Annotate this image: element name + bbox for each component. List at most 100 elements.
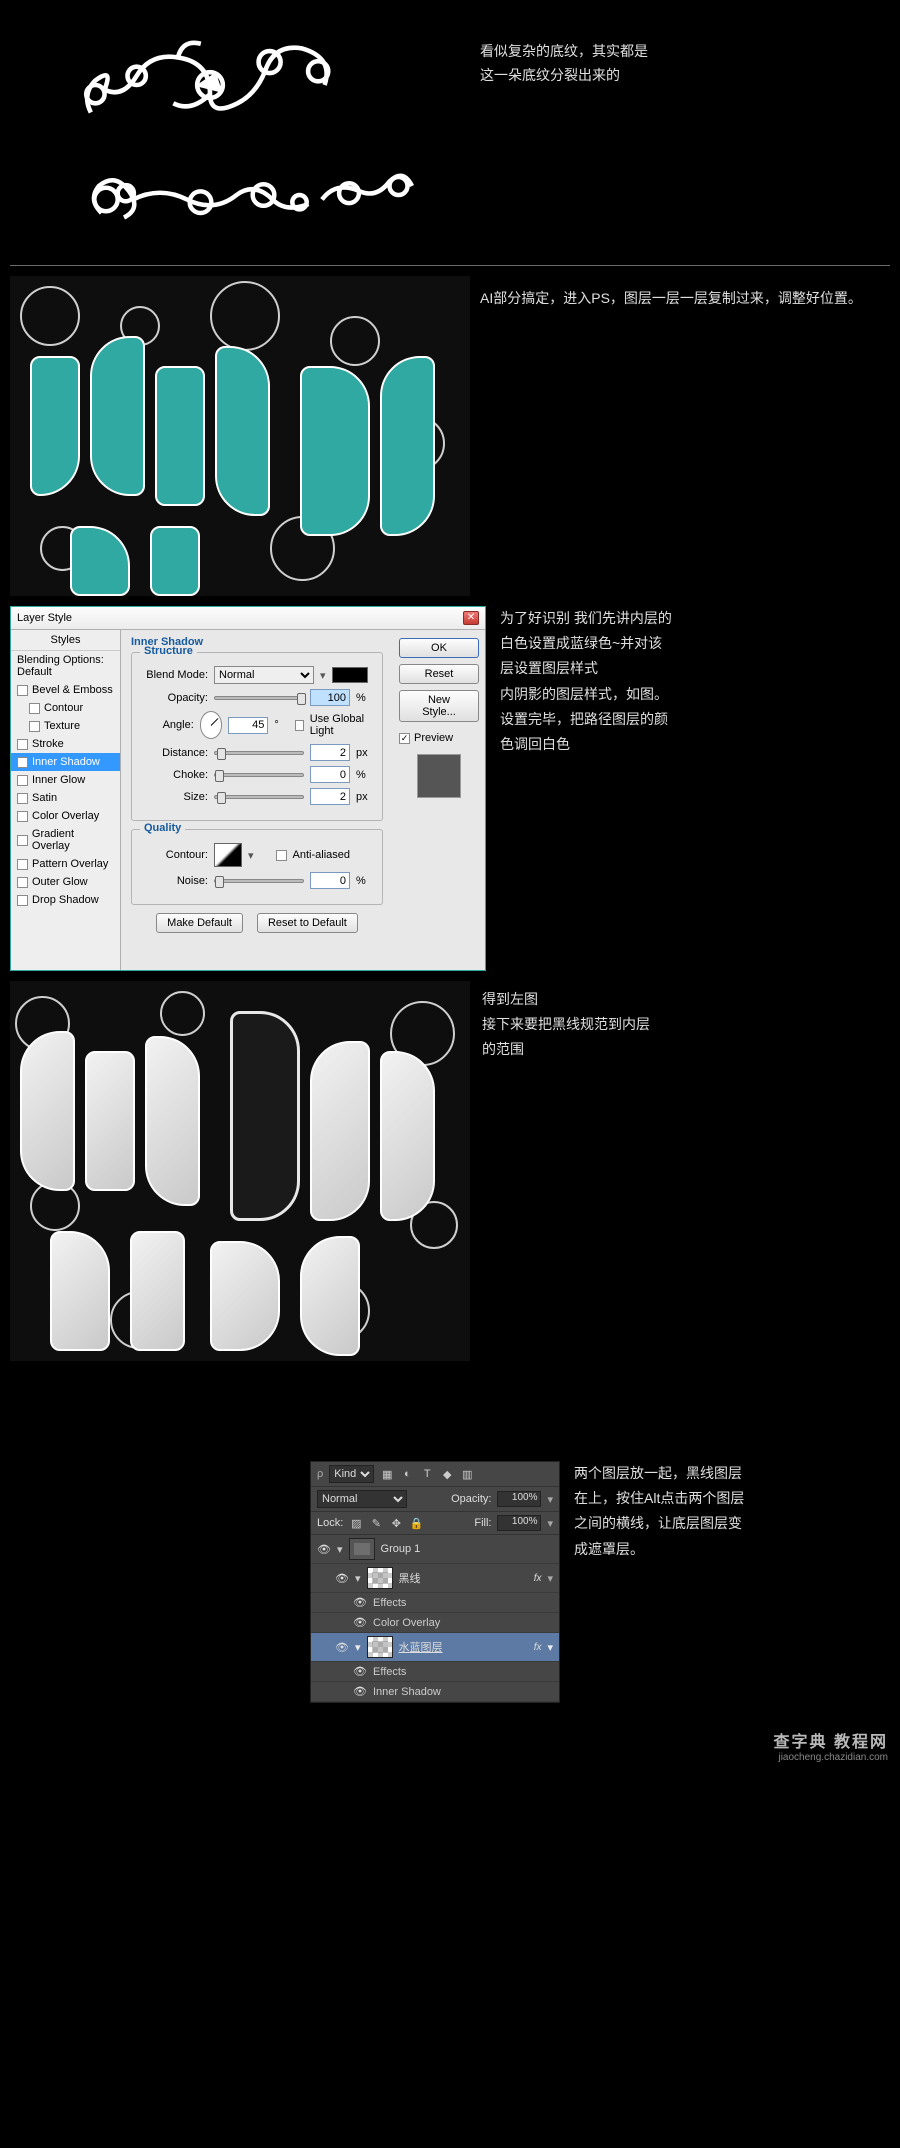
layer-label[interactable]: 水蓝图层 xyxy=(399,1639,443,1655)
layers-opacity-input[interactable]: 100% xyxy=(497,1491,541,1507)
preview-checkbox[interactable]: ✓ xyxy=(399,733,410,744)
layers-blend-select[interactable]: Normal xyxy=(317,1490,407,1508)
style-checkbox[interactable]: ✓ xyxy=(17,757,28,768)
fx-badge[interactable]: fx xyxy=(534,1642,542,1653)
lock-move-icon[interactable]: ✥ xyxy=(389,1516,403,1530)
style-item[interactable]: Blending Options: Default xyxy=(11,651,120,681)
angle-input[interactable] xyxy=(228,717,268,734)
filter-adjust-icon[interactable]: ◐ xyxy=(400,1467,414,1481)
style-checkbox[interactable] xyxy=(17,793,28,804)
blend-mode-select[interactable]: Normal xyxy=(214,666,314,684)
layer-effect-item[interactable]: 👁 Inner Shadow xyxy=(311,1682,559,1702)
size-slider[interactable] xyxy=(214,795,304,799)
layer-label[interactable]: Group 1 xyxy=(381,1543,421,1555)
layer-effects[interactable]: 👁 Effects xyxy=(311,1662,559,1682)
opacity-input[interactable] xyxy=(310,689,350,706)
layer-item[interactable]: 👁 ▾ 黑线 fx▾ xyxy=(311,1564,559,1593)
filter-smart-icon[interactable]: ▥ xyxy=(460,1467,474,1481)
style-item[interactable]: Stroke xyxy=(11,735,120,753)
caption-line: 色调回白色 xyxy=(500,732,890,757)
lock-trans-icon[interactable]: ▨ xyxy=(349,1516,363,1530)
ornament-caption: 看似复杂的底纹，其实都是 这一朵底纹分裂出来的 xyxy=(480,20,890,255)
effect-label: Color Overlay xyxy=(373,1617,440,1629)
eye-icon[interactable]: 👁 xyxy=(317,1543,331,1556)
preview-swatch xyxy=(417,754,461,798)
reset-default-button[interactable]: Reset to Default xyxy=(257,913,358,933)
watermark: 查字典 教程网 jiaocheng.chazidian.com xyxy=(0,1733,900,1773)
layer-item[interactable]: 👁 ▾ 水蓝图层 fx▾ xyxy=(311,1633,559,1662)
layers-blend-row: Normal Opacity: 100%▾ xyxy=(311,1487,559,1512)
eye-icon[interactable]: 👁 xyxy=(353,1616,367,1629)
style-item[interactable]: ✓Inner Shadow xyxy=(11,753,120,771)
style-checkbox[interactable] xyxy=(17,877,28,888)
effects-label: Effects xyxy=(373,1597,406,1609)
close-icon[interactable]: ✕ xyxy=(463,611,479,625)
filter-image-icon[interactable]: ▦ xyxy=(380,1467,394,1481)
eye-icon[interactable]: 👁 xyxy=(335,1572,349,1585)
layers-fill-input[interactable]: 100% xyxy=(497,1515,541,1531)
size-input[interactable] xyxy=(310,788,350,805)
make-default-button[interactable]: Make Default xyxy=(156,913,243,933)
layer-effect-item[interactable]: 👁 Color Overlay xyxy=(311,1613,559,1633)
caption-line: 的范围 xyxy=(482,1037,890,1062)
layers-kind-select[interactable]: Kind xyxy=(329,1465,374,1483)
ok-button[interactable]: OK xyxy=(399,638,479,658)
style-item[interactable]: Texture xyxy=(11,717,120,735)
distance-slider[interactable] xyxy=(214,751,304,755)
ornament-1 xyxy=(70,30,350,140)
layer-group[interactable]: 👁 ▾ Group 1 xyxy=(311,1535,559,1564)
filter-shape-icon[interactable]: ◆ xyxy=(440,1467,454,1481)
styles-header[interactable]: Styles xyxy=(11,630,120,651)
style-item[interactable]: Drop Shadow xyxy=(11,891,120,909)
style-item[interactable]: Pattern Overlay xyxy=(11,855,120,873)
opacity-label: Opacity: xyxy=(140,692,208,704)
dialog-titlebar[interactable]: Layer Style ✕ xyxy=(11,607,485,630)
style-checkbox[interactable] xyxy=(17,685,28,696)
eye-icon[interactable]: 👁 xyxy=(353,1665,367,1678)
divider xyxy=(10,265,890,266)
style-checkbox[interactable] xyxy=(29,703,40,714)
style-item[interactable]: Bevel & Emboss xyxy=(11,681,120,699)
eye-icon[interactable]: 👁 xyxy=(353,1596,367,1609)
choke-slider[interactable] xyxy=(214,773,304,777)
style-item[interactable]: Contour xyxy=(11,699,120,717)
layer-label[interactable]: 黑线 xyxy=(399,1570,421,1586)
style-checkbox[interactable] xyxy=(17,775,28,786)
caption-line: 内阴影的图层样式，如图。 xyxy=(500,682,890,707)
style-item[interactable]: Gradient Overlay xyxy=(11,825,120,855)
opacity-slider[interactable] xyxy=(214,696,304,700)
mono-caption: 得到左图 接下来要把黑线规范到内层 的范围 xyxy=(482,981,890,1361)
noise-input[interactable] xyxy=(310,872,350,889)
style-item[interactable]: Inner Glow xyxy=(11,771,120,789)
style-label: Satin xyxy=(32,792,57,804)
style-item[interactable]: Outer Glow xyxy=(11,873,120,891)
contour-swatch[interactable] xyxy=(214,843,242,867)
layer-effects[interactable]: 👁 Effects xyxy=(311,1593,559,1613)
style-checkbox[interactable] xyxy=(17,895,28,906)
distance-input[interactable] xyxy=(310,744,350,761)
lock-paint-icon[interactable]: ✎ xyxy=(369,1516,383,1530)
caption-line: 层设置图层样式 xyxy=(500,656,890,681)
noise-slider[interactable] xyxy=(214,879,304,883)
lock-all-icon[interactable]: 🔒 xyxy=(409,1516,423,1530)
dialog-right: OK Reset New Style... ✓ Preview xyxy=(393,630,485,970)
style-checkbox[interactable] xyxy=(29,721,40,732)
angle-dial[interactable] xyxy=(200,711,223,739)
style-checkbox[interactable] xyxy=(17,811,28,822)
filter-type-icon[interactable]: T xyxy=(420,1467,434,1481)
style-checkbox[interactable] xyxy=(17,739,28,750)
eye-icon[interactable]: 👁 xyxy=(335,1641,349,1654)
style-checkbox[interactable] xyxy=(17,835,28,846)
antialias-checkbox[interactable] xyxy=(276,850,287,861)
eye-icon[interactable]: 👁 xyxy=(353,1685,367,1698)
choke-input[interactable] xyxy=(310,766,350,783)
style-checkbox[interactable] xyxy=(17,859,28,870)
fx-badge[interactable]: fx xyxy=(534,1573,542,1584)
caption-text: AI部分搞定，进入PS，图层一层一层复制过来，调整好位置。 xyxy=(480,286,890,311)
use-global-checkbox[interactable] xyxy=(295,720,304,731)
new-style-button[interactable]: New Style... xyxy=(399,690,479,722)
style-item[interactable]: Color Overlay xyxy=(11,807,120,825)
shadow-color-swatch[interactable] xyxy=(332,667,368,683)
reset-button[interactable]: Reset xyxy=(399,664,479,684)
style-item[interactable]: Satin xyxy=(11,789,120,807)
